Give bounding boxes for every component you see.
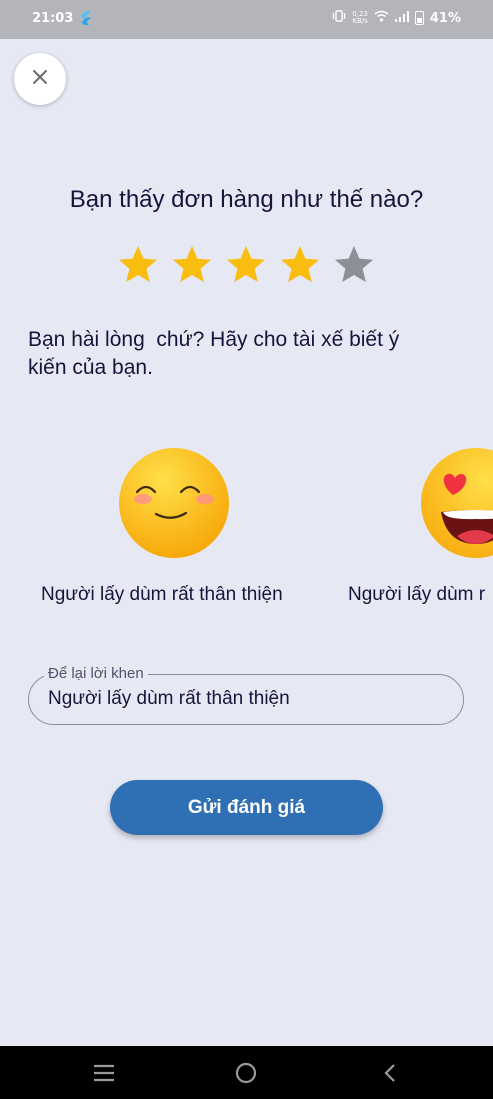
comment-field-label: Để lại lời khen <box>44 665 148 682</box>
back-chevron-icon <box>384 1063 395 1082</box>
navigation-bar <box>0 1046 493 1099</box>
submit-rating-button[interactable]: Gửi đánh giá <box>110 780 383 835</box>
close-icon <box>32 69 48 90</box>
star-filled-icon[interactable] <box>118 244 158 284</box>
menu-icon <box>94 1064 114 1081</box>
star-rating[interactable] <box>118 244 378 288</box>
back-button[interactable] <box>372 1046 408 1099</box>
status-time: 21:03 <box>32 11 74 26</box>
question-title: Bạn thấy đơn hàng như thế nào? <box>69 186 424 213</box>
battery-level: 41% <box>429 10 461 26</box>
flutter-icon <box>80 11 91 29</box>
star-filled-icon[interactable] <box>280 244 320 284</box>
heart-eyes-face-icon <box>421 448 493 558</box>
comment-field-value[interactable]: Người lấy dùm rất thân thiện <box>48 688 290 710</box>
star-empty-icon[interactable] <box>334 244 374 284</box>
network-speed: 0,23 KB/s <box>352 10 368 25</box>
battery-icon <box>414 11 424 25</box>
prompt-text: Bạn hài lòng chứ? Hãy cho tài xế biết ý … <box>28 328 400 379</box>
star-filled-icon[interactable] <box>226 244 266 284</box>
feedback-option-label: Người lấy dùm r <box>348 584 486 605</box>
star-filled-icon[interactable] <box>172 244 212 284</box>
signal-icon <box>394 10 409 26</box>
close-button[interactable] <box>14 53 66 105</box>
vibrate-icon <box>332 10 346 26</box>
smiling-face-icon <box>119 448 229 558</box>
home-circle-icon <box>235 1062 257 1083</box>
wifi-icon <box>374 10 389 26</box>
recent-apps-button[interactable] <box>86 1046 122 1099</box>
status-bar: 21:03 0,23 KB/s 41% <box>0 0 493 39</box>
home-button[interactable] <box>228 1046 264 1099</box>
feedback-option-label: Người lấy dùm rất thân thiện <box>41 584 283 605</box>
